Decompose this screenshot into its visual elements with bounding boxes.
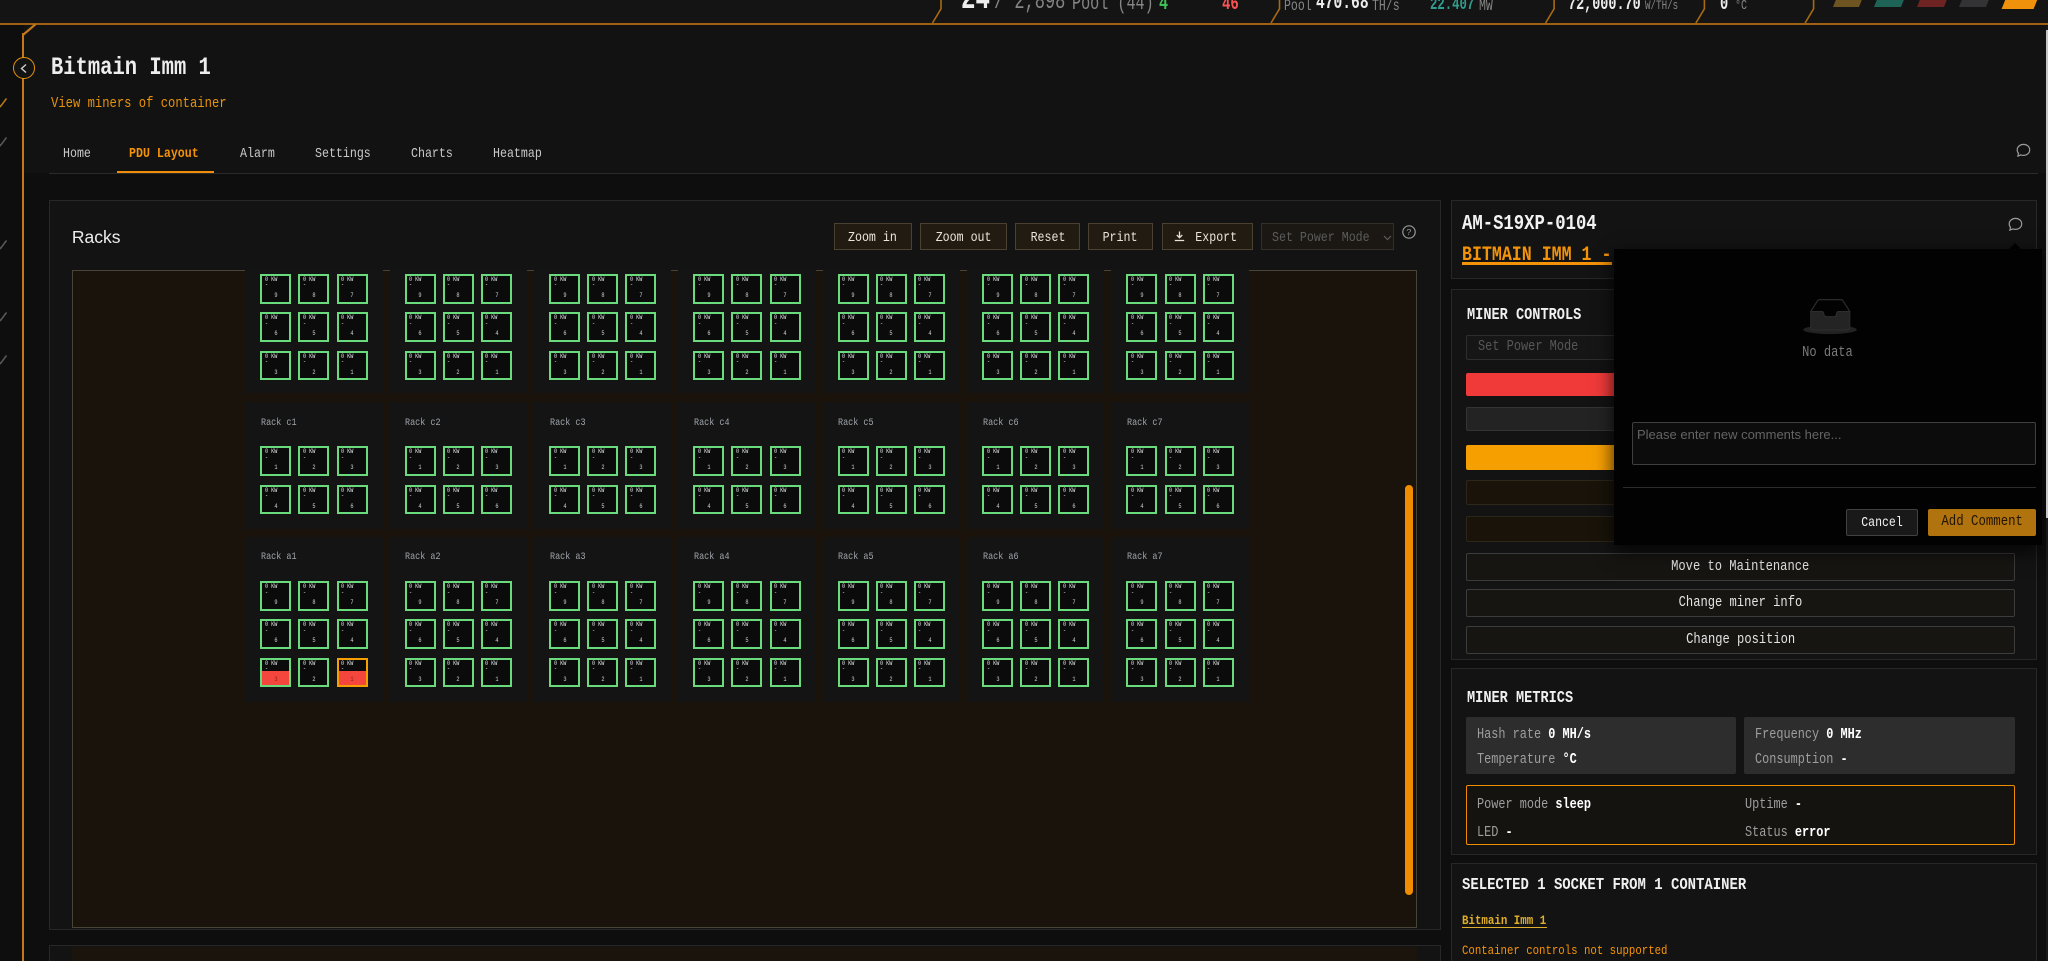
svg-text:?: ? bbox=[1406, 228, 1411, 238]
